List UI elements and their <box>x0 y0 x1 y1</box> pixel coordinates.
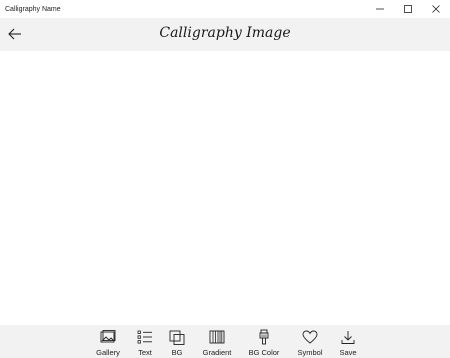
gradient-label: Gradient <box>202 348 232 357</box>
window-controls <box>366 0 450 18</box>
bg-label: BG <box>171 348 183 357</box>
window-title: Calligraphy Name <box>5 5 61 13</box>
text-label: Text <box>138 348 152 357</box>
minimize-icon <box>376 8 384 10</box>
app-header: Calligraphy Image <box>0 18 450 51</box>
gradient-button[interactable]: Gradient <box>199 328 235 358</box>
paint-bucket-icon <box>259 329 269 345</box>
gallery-label: Gallery <box>96 348 120 357</box>
minimize-button[interactable] <box>366 0 394 18</box>
close-icon <box>432 5 440 13</box>
layers-icon <box>169 330 185 345</box>
bg-button[interactable]: BG <box>165 328 189 358</box>
download-icon <box>341 330 355 344</box>
list-text-icon <box>137 330 152 344</box>
bg-color-button[interactable]: BG Color <box>244 328 284 358</box>
maximize-icon <box>404 5 412 13</box>
heart-icon <box>302 330 318 344</box>
page-title: Calligraphy Image <box>159 25 291 41</box>
save-label: Save <box>339 348 357 357</box>
gallery-button[interactable]: Gallery <box>93 328 123 358</box>
gallery-icon <box>100 330 116 343</box>
image-canvas[interactable] <box>0 51 450 325</box>
bg-color-label: BG Color <box>248 348 280 357</box>
gradient-icon <box>209 330 225 344</box>
close-button[interactable] <box>422 0 450 18</box>
bottom-toolbar: Gallery Text BG Gradient BG Color Symbol… <box>0 325 450 358</box>
save-button[interactable]: Save <box>336 328 360 358</box>
symbol-button[interactable]: Symbol <box>294 328 326 358</box>
symbol-label: Symbol <box>297 348 323 357</box>
text-button[interactable]: Text <box>132 328 158 358</box>
maximize-button[interactable] <box>394 0 422 18</box>
window-titlebar: Calligraphy Name <box>0 0 450 18</box>
